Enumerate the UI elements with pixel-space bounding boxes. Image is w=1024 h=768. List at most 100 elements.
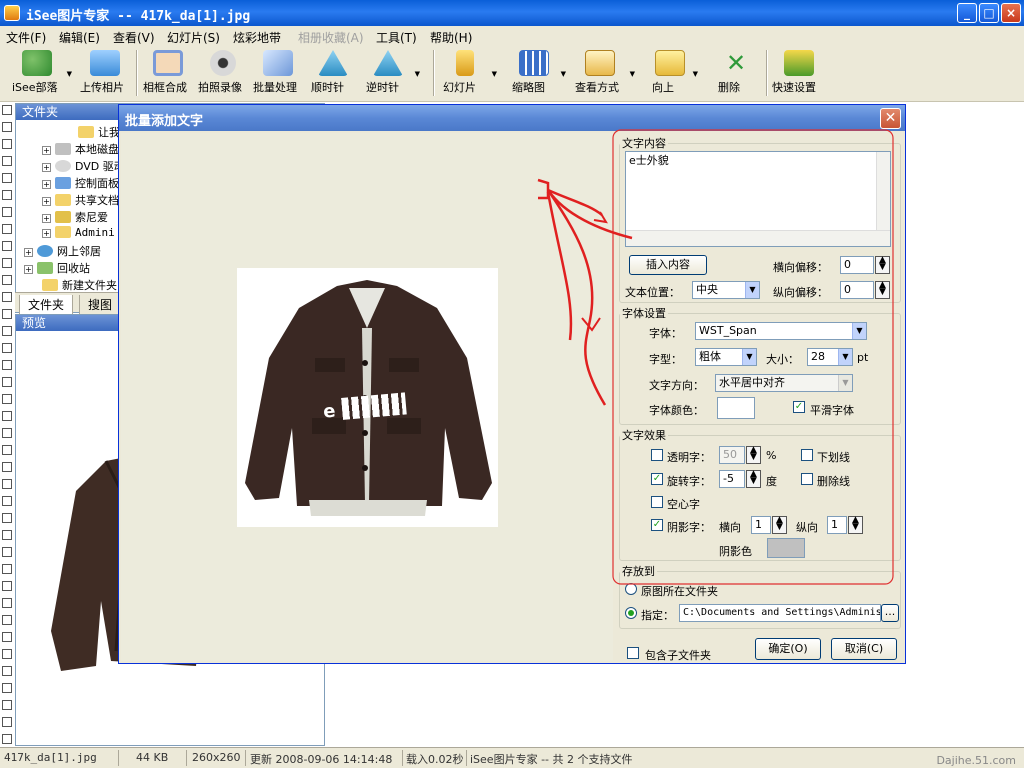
strip-checkbox[interactable] — [2, 445, 12, 455]
menu-view[interactable]: 查看(V) — [113, 29, 155, 46]
transparent-value-input[interactable]: 50 — [719, 446, 745, 464]
strip-checkbox[interactable] — [2, 190, 12, 200]
expand-icon[interactable]: + — [42, 146, 51, 155]
strip-checkbox[interactable] — [2, 530, 12, 540]
strip-checkbox[interactable] — [2, 241, 12, 251]
strip-checkbox[interactable] — [2, 700, 12, 710]
isee-tribe-button[interactable]: iSee部落 ▼ — [12, 50, 72, 94]
strip-checkbox[interactable] — [2, 649, 12, 659]
menu-album[interactable]: 相册收藏(A) — [298, 29, 364, 46]
browse-button[interactable]: ... — [881, 604, 899, 622]
tree-item[interactable]: + 索尼爱 — [42, 209, 108, 225]
strip-checkbox[interactable] — [2, 394, 12, 404]
strip-checkbox[interactable] — [2, 615, 12, 625]
upload-photo-button[interactable]: 上传相片 — [80, 50, 130, 94]
strip-checkbox[interactable] — [2, 326, 12, 336]
dropdown-arrow-icon[interactable]: ▼ — [693, 70, 698, 78]
rotate-clockwise-button[interactable]: 顺时针 — [311, 50, 355, 94]
dialog-close-button[interactable]: ✕ — [880, 108, 901, 129]
textarea-hscroll[interactable] — [626, 230, 890, 246]
h-offset-spinner[interactable]: ▲ ▼ — [875, 256, 890, 274]
strip-checkbox[interactable] — [2, 581, 12, 591]
strip-checkbox[interactable] — [2, 734, 12, 744]
rotate-checkbox[interactable]: ✓ — [651, 473, 663, 485]
smooth-font-checkbox[interactable]: ✓ — [793, 401, 805, 413]
shadow-v-spinner[interactable]: ▲ ▼ — [848, 516, 863, 534]
expand-icon[interactable]: + — [42, 163, 51, 172]
folder-up-button[interactable]: 向上 ▼ — [652, 50, 698, 94]
strip-checkbox[interactable] — [2, 411, 12, 421]
dropdown-arrow-icon[interactable]: ▼ — [492, 70, 497, 78]
strikethrough-checkbox[interactable] — [801, 473, 813, 485]
strip-checkbox[interactable] — [2, 666, 12, 676]
strip-checkbox[interactable] — [2, 139, 12, 149]
transparent-checkbox[interactable] — [651, 449, 663, 461]
view-mode-button[interactable]: 查看方式 ▼ — [575, 50, 635, 94]
menu-color-zone[interactable]: 炫彩地带 — [233, 29, 281, 46]
strip-checkbox[interactable] — [2, 105, 12, 115]
menu-slideshow[interactable]: 幻灯片(S) — [167, 29, 220, 46]
text-direction-select[interactable]: 水平居中对齐 ▼ — [715, 374, 853, 392]
save-path-input[interactable]: C:\Documents and Settings\Adminis — [679, 604, 881, 622]
strip-checkbox[interactable] — [2, 258, 12, 268]
strip-checkbox[interactable] — [2, 547, 12, 557]
close-button[interactable]: × — [1001, 3, 1021, 23]
quick-settings-button[interactable]: 快速设置 — [772, 50, 826, 94]
frame-compose-button[interactable]: 相框合成 — [143, 50, 193, 94]
ok-button[interactable]: 确定(O) — [755, 638, 821, 660]
delete-button[interactable]: ✕ 删除 — [718, 50, 754, 94]
strip-checkbox[interactable] — [2, 428, 12, 438]
strip-checkbox[interactable] — [2, 377, 12, 387]
v-offset-spinner[interactable]: ▲ ▼ — [875, 281, 890, 299]
rotate-value-input[interactable]: -5 — [719, 470, 745, 488]
tree-item[interactable]: + 回收站 — [24, 260, 90, 276]
slideshow-button[interactable]: 幻灯片 ▼ — [443, 50, 497, 94]
strip-checkbox[interactable] — [2, 156, 12, 166]
expand-icon[interactable]: + — [24, 248, 33, 257]
transparent-spinner[interactable]: ▲ ▼ — [746, 446, 761, 464]
dropdown-arrow-icon[interactable]: ▼ — [630, 70, 635, 78]
original-folder-radio[interactable] — [625, 583, 637, 595]
dropdown-arrow-icon[interactable]: ▼ — [561, 70, 566, 78]
expand-icon[interactable]: + — [24, 265, 33, 274]
strip-checkbox[interactable] — [2, 207, 12, 217]
strip-checkbox[interactable] — [2, 360, 12, 370]
menu-tools[interactable]: 工具(T) — [376, 29, 417, 46]
shadow-h-spinner[interactable]: ▲ ▼ — [772, 516, 787, 534]
expand-icon[interactable]: + — [42, 229, 51, 238]
font-style-select[interactable]: 粗体 ▼ — [695, 348, 757, 366]
menu-file[interactable]: 文件(F) — [6, 29, 46, 46]
specify-folder-radio[interactable] — [625, 607, 637, 619]
shadow-v-input[interactable]: 1 — [827, 516, 847, 534]
textarea-vscroll[interactable] — [876, 152, 890, 230]
shadow-checkbox[interactable]: ✓ — [651, 519, 663, 531]
expand-icon[interactable]: + — [42, 214, 51, 223]
maximize-button[interactable]: □ — [979, 3, 999, 23]
underline-checkbox[interactable] — [801, 449, 813, 461]
tree-item[interactable]: + 控制面板 — [42, 175, 119, 191]
strip-checkbox[interactable] — [2, 717, 12, 727]
strip-checkbox[interactable] — [2, 292, 12, 302]
tree-item[interactable]: + 网上邻居 — [24, 243, 101, 259]
webcam-button[interactable]: 拍照录像 — [198, 50, 248, 94]
v-offset-input[interactable]: 0 — [840, 281, 874, 299]
strip-checkbox[interactable] — [2, 598, 12, 608]
tree-item[interactable]: + Admini — [42, 226, 115, 239]
strip-checkbox[interactable] — [2, 122, 12, 132]
font-size-select[interactable]: 28 ▼ — [807, 348, 853, 366]
font-color-swatch[interactable] — [717, 397, 755, 419]
dropdown-arrow-icon[interactable]: ▼ — [415, 70, 420, 78]
cancel-button[interactable]: 取消(C) — [831, 638, 897, 660]
strip-checkbox[interactable] — [2, 683, 12, 693]
batch-process-button[interactable]: 批量处理 — [253, 50, 303, 94]
shadow-h-input[interactable]: 1 — [751, 516, 771, 534]
tree-item[interactable]: 新建文件夹 — [42, 277, 117, 293]
tab-search[interactable]: 搜图 — [79, 295, 122, 315]
strip-checkbox[interactable] — [2, 224, 12, 234]
menu-help[interactable]: 帮助(H) — [430, 29, 472, 46]
menu-edit[interactable]: 编辑(E) — [59, 29, 100, 46]
rotate-counterclockwise-button[interactable]: 逆时针 ▼ — [366, 50, 420, 94]
font-select[interactable]: WST_Span ▼ — [695, 322, 867, 340]
tree-item[interactable]: 让我 — [78, 124, 120, 140]
strip-checkbox[interactable] — [2, 479, 12, 489]
